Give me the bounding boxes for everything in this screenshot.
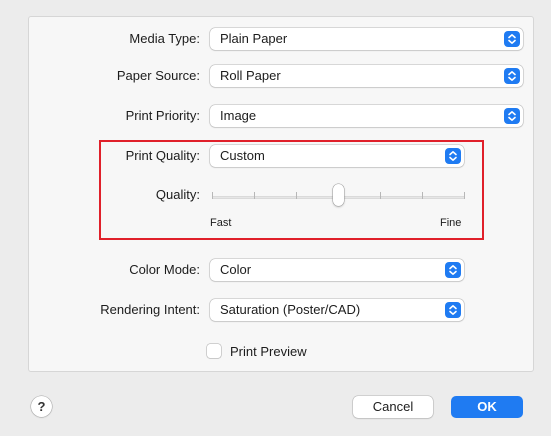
slider-tick (212, 192, 213, 199)
slider-max-label: Fine (440, 217, 462, 229)
cancel-button[interactable]: Cancel (353, 396, 433, 418)
paper-source-value: Roll Paper (220, 68, 281, 83)
print-priority-label: Print Priority: (125, 108, 200, 123)
popup-chevron-icon (445, 262, 461, 278)
color-mode-label: Color Mode: (129, 262, 200, 277)
slider-tick (422, 192, 423, 199)
print-quality-value: Custom (220, 148, 265, 163)
help-button[interactable]: ? (31, 396, 52, 417)
slider-tick (380, 192, 381, 199)
rendering-intent-label: Rendering Intent: (100, 302, 200, 317)
media-type-popup[interactable]: Plain Paper (210, 28, 523, 50)
color-mode-value: Color (220, 262, 252, 277)
popup-chevron-icon (504, 68, 520, 84)
media-type-value: Plain Paper (220, 31, 288, 46)
quality-slider-label: Quality: (155, 187, 200, 202)
color-mode-popup[interactable]: Color (210, 259, 464, 281)
slider-tick (254, 192, 255, 199)
rendering-intent-popup[interactable]: Saturation (Poster/CAD) (210, 299, 464, 321)
quality-slider-thumb[interactable] (333, 184, 344, 206)
popup-chevron-icon (504, 108, 520, 124)
print-quality-popup[interactable]: Custom (210, 145, 464, 167)
ok-button[interactable]: OK (451, 396, 523, 418)
print-preview-checkbox[interactable] (207, 344, 221, 358)
slider-min-label: Fast (210, 217, 232, 229)
print-preview-label[interactable]: Print Preview (230, 344, 307, 360)
paper-source-label: Paper Source: (116, 68, 200, 83)
popup-chevron-icon (445, 148, 461, 164)
popup-chevron-icon (445, 302, 461, 318)
print-priority-value: Image (220, 108, 257, 123)
print-priority-popup[interactable]: Image (210, 105, 523, 127)
popup-chevron-icon (504, 31, 520, 47)
media-type-label: Media Type: (129, 31, 200, 46)
rendering-intent-value: Saturation (Poster/CAD) (220, 302, 361, 317)
print-quality-label: Print Quality: (125, 148, 200, 163)
paper-source-popup[interactable]: Roll Paper (210, 65, 523, 87)
slider-tick (464, 192, 465, 199)
slider-tick (296, 192, 297, 199)
